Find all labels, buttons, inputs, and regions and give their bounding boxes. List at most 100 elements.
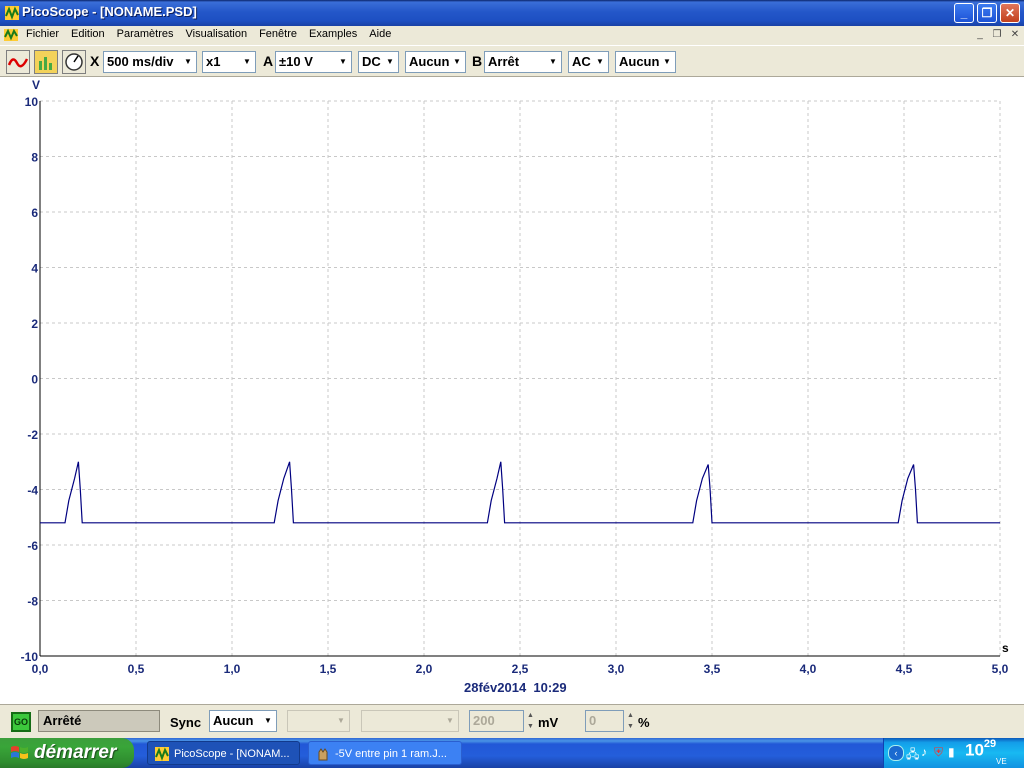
channel-a-filter-select[interactable]: Aucun ▼ (405, 51, 466, 73)
image-viewer-icon (318, 748, 328, 761)
channel-a-filter-value: Aucun (409, 54, 450, 69)
spectrum-bars-icon (39, 57, 52, 70)
start-label: démarrer (34, 742, 117, 763)
threshold-input[interactable]: 200 (469, 710, 524, 732)
channel-a-coupling-select[interactable]: DC ▼ (358, 51, 399, 73)
y-tick-label: 6 (31, 206, 38, 220)
x-tick-label: 0,5 (128, 662, 145, 676)
menu-examples[interactable]: Examples (309, 28, 357, 40)
channel-b-filter-select[interactable]: Aucun ▼ (615, 51, 676, 73)
x-tick-label: 4,5 (896, 662, 913, 676)
window-title: PicoScope - [NONAME.PSD] (22, 4, 197, 19)
restore-button[interactable]: ❐ (977, 3, 997, 23)
y-tick-label: 0 (31, 373, 38, 387)
y-tick-label: -8 (27, 595, 38, 609)
chevron-down-icon: ▼ (243, 57, 251, 66)
x-tick-label: 1,5 (320, 662, 337, 676)
hysteresis-unit: % (638, 715, 650, 730)
picoscope-app-icon (155, 747, 169, 761)
close-button[interactable]: ✕ (1000, 3, 1020, 23)
doc-minimize-button[interactable]: _ (973, 28, 987, 41)
channel-b-coupling-select[interactable]: AC ▼ (568, 51, 609, 73)
channel-a-coupling-value: DC (362, 54, 381, 69)
y-tick-label: -4 (27, 484, 38, 498)
zoom-value: x1 (206, 54, 221, 69)
taskbar-item-image[interactable]: -5V entre pin 1 ram.J... (308, 741, 462, 765)
volume-icon[interactable]: ♪ (921, 745, 927, 759)
channel-b-range-select[interactable]: Arrêt ▼ (484, 51, 562, 73)
taskbar-item-label: -5V entre pin 1 ram.J... (335, 748, 447, 760)
menu-fenetre[interactable]: Fenêtre (259, 28, 297, 40)
chevron-down-icon: ▼ (446, 716, 454, 725)
start-button[interactable]: démarrer (0, 738, 134, 768)
minimize-button[interactable]: _ (954, 3, 974, 23)
clock-hour: 10 (965, 740, 984, 760)
scope-wave-icon (7, 58, 29, 68)
sync-select[interactable]: Aucun ▼ (209, 710, 277, 732)
title-bar[interactable]: PicoScope - [NONAME.PSD] _ ❐ ✕ (0, 0, 1024, 26)
oscilloscope-chart[interactable]: 1086420-2-4-6-8-100,0 0,5 1,0 1,5 2,0 2,5 3,0 3… (0, 77, 1024, 704)
channel-b-coupling-value: AC (572, 54, 591, 69)
chevron-down-icon: ▼ (264, 716, 272, 725)
clock-minute: 29 (983, 738, 997, 750)
chevron-down-icon: ▼ (453, 57, 461, 66)
taskbar-item-label: PicoScope - [NONAM... (174, 748, 290, 760)
timebase-select[interactable]: 500 ms/div ▼ (103, 51, 197, 73)
threshold-unit: mV (538, 715, 559, 730)
doc-restore-button[interactable]: ❐ (990, 28, 1004, 41)
y-tick-label: 10 (25, 95, 39, 109)
channel-a-range-value: ±10 V (279, 54, 313, 69)
hysteresis-input[interactable]: 0 (585, 710, 624, 732)
menu-parametres[interactable]: Paramètres (117, 28, 174, 40)
x-unit-label: s (1002, 641, 1009, 655)
scope-plot-area[interactable]: 10 8 6 4 2 0 -2 -4 -6 -8 -10 0,0 0,5 1,0 1,5 2,0 2,5 3,0 3… (0, 77, 1024, 704)
channel-a-range-select[interactable]: ±10 V ▼ (275, 51, 352, 73)
menu-bar: Fichier Edition Paramètres Visualisation… (0, 26, 1024, 45)
x-tick-label: 4,0 (800, 662, 817, 676)
menu-edition[interactable]: Edition (71, 28, 105, 40)
x-tick-label: 0,0 (32, 662, 49, 676)
picoscope-app-icon (5, 6, 19, 20)
doc-close-button[interactable]: ✕ (1008, 28, 1022, 41)
capture-timestamp: 28fév2014 10:29 (464, 680, 567, 695)
chevron-down-icon: ▼ (386, 57, 394, 66)
network-icon[interactable]: 🖧 (906, 745, 919, 766)
meter-mode-button[interactable] (62, 50, 86, 74)
document-icon[interactable] (3, 28, 19, 42)
channel-b-filter-value: Aucun (619, 54, 660, 69)
x-label: X (90, 53, 100, 69)
chevron-down-icon: ▼ (663, 57, 671, 66)
y-tick-label: -2 (27, 428, 38, 442)
spectrum-mode-button[interactable] (34, 50, 58, 74)
threshold-spinner-icon[interactable]: ▲ ▼ (525, 710, 536, 732)
chevron-down-icon: ▼ (549, 57, 557, 66)
sync-mode-select[interactable]: ▼ (361, 710, 459, 732)
tray-expand-icon[interactable]: ‹ (888, 745, 904, 761)
x-tick-label: 3,0 (608, 662, 625, 676)
y-tick-label: 2 (31, 317, 38, 331)
zoom-select[interactable]: x1 ▼ (202, 51, 256, 73)
menu-fichier[interactable]: Fichier (26, 28, 59, 40)
security-icon[interactable]: ⛨ (934, 745, 943, 760)
menu-items: Fichier Edition Paramètres Visualisation… (26, 28, 391, 40)
sync-channel-select[interactable]: ▼ (287, 710, 350, 732)
status-bar: GO Arrêté Sync Aucun ▼ ▼ ▼ 200 ▲ ▼ mV 0 ▲… (0, 704, 1024, 738)
menu-visualisation[interactable]: Visualisation (186, 28, 248, 40)
sync-label: Sync (170, 715, 202, 730)
channel-b-range-value: Arrêt (488, 54, 520, 69)
windows-flag-icon (11, 746, 28, 759)
chevron-down-icon: ▼ (596, 57, 604, 66)
battery-icon[interactable]: ▮ (948, 745, 955, 759)
chevron-down-icon: ▼ (184, 57, 192, 66)
meter-gauge-icon (65, 53, 83, 71)
taskbar: démarrer PicoScope - [NONAM... -5V entre… (0, 738, 1024, 768)
taskbar-item-picoscope[interactable]: PicoScope - [NONAM... (147, 741, 300, 765)
timebase-value: 500 ms/div (107, 54, 174, 69)
menu-aide[interactable]: Aide (369, 28, 391, 40)
go-button[interactable]: GO (11, 712, 31, 732)
status-state: Arrêté (38, 710, 160, 732)
toolbar: X 500 ms/div ▼ x1 ▼ A ±10 V ▼ DC ▼ Aucun… (0, 45, 1024, 77)
hysteresis-spinner-icon[interactable]: ▲ ▼ (625, 710, 636, 732)
clock[interactable]: 1029 (965, 738, 997, 761)
scope-mode-button[interactable] (6, 50, 30, 74)
